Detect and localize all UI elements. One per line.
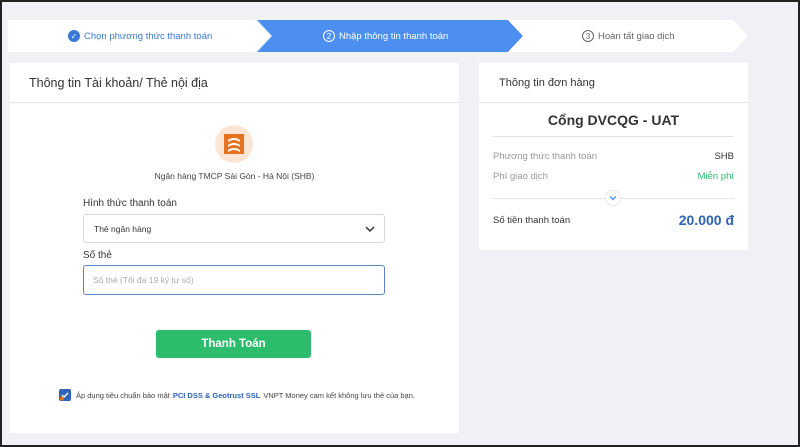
payment-form-panel: Thông tin Tài khoản/ Thẻ nội địa Ngân hà… xyxy=(10,63,459,433)
step-3-label: Hoàn tất giao dịch xyxy=(598,30,675,42)
step-2-label: Nhập thông tin thanh toán xyxy=(339,30,449,42)
shb-bank-logo xyxy=(215,125,253,163)
payment-method-label: Hình thức thanh toán xyxy=(83,198,177,209)
step-2-number: 2 xyxy=(323,30,335,42)
card-number-label: Số thẻ xyxy=(83,250,112,261)
order-divider-top xyxy=(493,136,734,137)
pay-button[interactable]: Thanh Toán xyxy=(156,330,311,358)
order-info-title: Thông tin đơn hàng xyxy=(479,63,748,103)
step-1-label: Chọn phương thức thanh toán xyxy=(84,30,213,42)
security-prefix: Áp dụng tiêu chuẩn bảo mật xyxy=(76,390,170,400)
security-highlight: PCI DSS & Geotrust SSL xyxy=(172,390,261,400)
bank-name: Ngân hàng TMCP Sài Gòn - Hà Nội (SHB) xyxy=(154,171,315,181)
step-enter-info: 2 Nhập thông tin thanh toán xyxy=(257,20,523,52)
order-total-key: Số tiền thanh toán xyxy=(493,214,571,226)
step-3-number: 3 xyxy=(582,30,594,42)
order-fee-key: Phí giao dịch xyxy=(493,171,548,182)
checkout-stepper: ✓ Chọn phương thức thanh toán 2 Nhập thô… xyxy=(8,20,748,52)
order-total: Số tiền thanh toán 20.000 đ xyxy=(493,212,734,228)
step-choose-method[interactable]: ✓ Chọn phương thức thanh toán xyxy=(8,20,270,52)
gateway-name: Cổng DVCQG - UAT xyxy=(547,112,680,128)
chevron-down-icon xyxy=(365,226,375,233)
order-fee-value: Miễn phí xyxy=(697,171,734,182)
security-suffix: VNPT Money cam kết không lưu thẻ của bạn… xyxy=(263,390,415,400)
shield-icon xyxy=(59,389,71,401)
payment-method-select[interactable]: Thẻ ngân hàng xyxy=(83,214,385,243)
order-method-value: SHB xyxy=(714,151,734,162)
card-number-input[interactable] xyxy=(83,265,385,295)
chevron-down-icon xyxy=(609,196,617,201)
expand-details-button[interactable] xyxy=(605,190,621,206)
security-notice: Áp dụng tiêu chuẩn bảo mật PCI DSS & Geo… xyxy=(58,388,415,402)
order-total-value: 20.000 đ xyxy=(678,212,734,228)
order-info-panel: Thông tin đơn hàng Cổng DVCQG - UAT Phươ… xyxy=(479,63,748,250)
payment-method-value: Thẻ ngân hàng xyxy=(94,223,152,234)
order-method-key: Phương thức thanh toán xyxy=(493,151,597,162)
order-row-method: Phương thức thanh toán SHB xyxy=(493,151,734,162)
step-complete: 3 Hoàn tất giao dịch xyxy=(508,20,748,52)
order-row-fee: Phí giao dịch Miễn phí xyxy=(493,171,734,182)
payment-form-title: Thông tin Tài khoản/ Thẻ nội địa xyxy=(10,63,459,103)
check-circle-icon: ✓ xyxy=(68,30,80,42)
